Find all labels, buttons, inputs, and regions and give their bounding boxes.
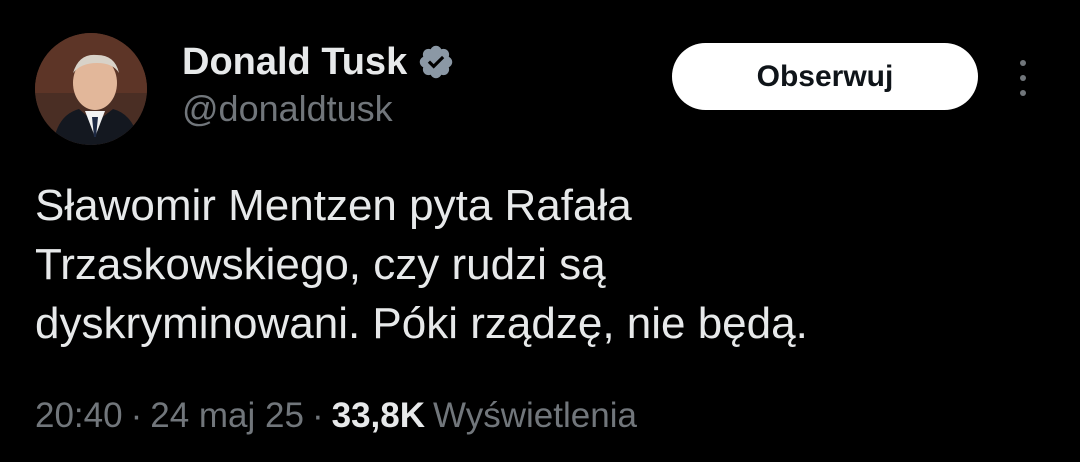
tweet-time[interactable]: 20:40	[35, 396, 123, 436]
meta-separator: ·	[130, 396, 143, 435]
verified-badge-icon[interactable]	[417, 43, 455, 81]
more-vertical-icon[interactable]	[1008, 56, 1038, 100]
tweet-text-line: Sławomir Mentzen pyta Rafała	[35, 181, 632, 230]
views-label[interactable]: Wyświetlenia	[433, 396, 637, 436]
tweet-meta: 20:40 · 24 maj 25 · 33,8K Wyświetlenia	[35, 392, 637, 440]
views-count[interactable]: 33,8K	[332, 396, 425, 436]
tweet-text-line: dyskryminowani. Póki rządzę, nie będą.	[35, 299, 808, 348]
follow-button[interactable]: Obserwuj	[672, 43, 978, 110]
tweet-card: Donald Tusk @donaldtusk Obserwuj Sławomi…	[0, 0, 1080, 462]
tweet-text: Sławomir Mentzen pyta Rafała Trzaskowski…	[35, 176, 1035, 353]
meta-separator: ·	[311, 396, 324, 435]
tweet-date[interactable]: 24 maj 25	[150, 396, 304, 436]
tweet-text-line: Trzaskowskiego, czy rudzi są	[35, 240, 606, 289]
avatar-photo	[35, 33, 147, 145]
author-name-row: Donald Tusk	[182, 38, 455, 86]
author-handle[interactable]: @donaldtusk	[182, 88, 393, 130]
author-name[interactable]: Donald Tusk	[182, 41, 407, 84]
avatar[interactable]	[35, 33, 147, 145]
